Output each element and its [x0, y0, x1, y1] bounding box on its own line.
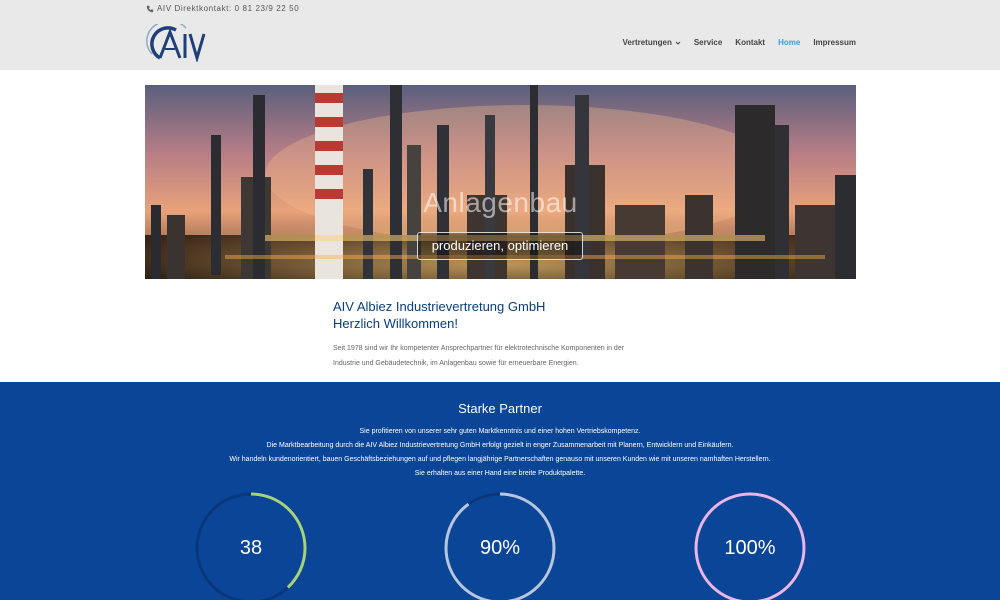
counter-value: 90%: [479, 537, 521, 559]
counter-2: 90%: [444, 492, 556, 600]
nav-item-service[interactable]: Service: [694, 38, 722, 47]
welcome-text: Herzlich Willkommen!: [333, 316, 458, 331]
chevron-down-icon: [675, 41, 681, 45]
hero-slider: Anlagenbau produzieren, optimieren: [145, 85, 856, 279]
counter-1: 38: [195, 492, 307, 600]
nav-item-home[interactable]: Home: [778, 38, 800, 47]
nav-item-vertretungen[interactable]: Vertretungen: [622, 38, 681, 47]
nav-item-kontakt[interactable]: Kontakt: [735, 38, 765, 47]
contact-bar: AIV Direktkontakt: 0 81 23/9 22 50: [146, 4, 299, 13]
partners-text-line: Die Marktbearbeitung durch die AIV Albie…: [266, 442, 734, 449]
counter-3: 100%: [694, 492, 806, 600]
contact-text[interactable]: AIV Direktkontakt: 0 81 23/9 22 50: [157, 4, 299, 13]
hero-button[interactable]: produzieren, optimieren: [417, 232, 583, 260]
partners-text-line: Sie erhalten aus einer Hand eine breite …: [414, 470, 586, 477]
partners-text-line: Wir handeln kundenorientiert, bauen Gesc…: [229, 456, 771, 463]
aiv-logo[interactable]: [146, 20, 208, 64]
phone-icon: [146, 5, 154, 12]
partners-title: Starke Partner: [458, 401, 542, 416]
intro-text-line: Industrie und Gebäudetechnik, im Anlagen…: [333, 360, 579, 367]
intro-heading: AIV Albiez Industrievertretung GmbH Herz…: [333, 298, 673, 332]
site-header: AIV Direktkontakt: 0 81 23/9 22 50 Vertr…: [0, 0, 1000, 70]
intro-section: AIV Albiez Industrievertretung GmbH Herz…: [333, 298, 673, 371]
intro-text-line: Seit 1978 sind wir Ihr kompetenter Anspr…: [333, 345, 625, 352]
counter-value: 100%: [724, 537, 776, 559]
counter-value: 38: [239, 537, 263, 559]
partners-text-line: Sie profitieren von unserer sehr guten M…: [359, 428, 641, 435]
main-nav: Vertretungen Service Kontakt Home Impres…: [622, 38, 856, 47]
intro-text: Seit 1978 sind wir Ihr kompetenter Anspr…: [333, 341, 673, 371]
partners-text: Sie profitieren von unserer sehr guten M…: [0, 425, 1000, 481]
nav-item-impressum[interactable]: Impressum: [813, 38, 856, 47]
company-name: AIV Albiez Industrievertretung GmbH: [333, 299, 546, 314]
nav-label: Vertretungen: [622, 38, 672, 47]
hero-title: Anlagenbau: [423, 187, 578, 218]
